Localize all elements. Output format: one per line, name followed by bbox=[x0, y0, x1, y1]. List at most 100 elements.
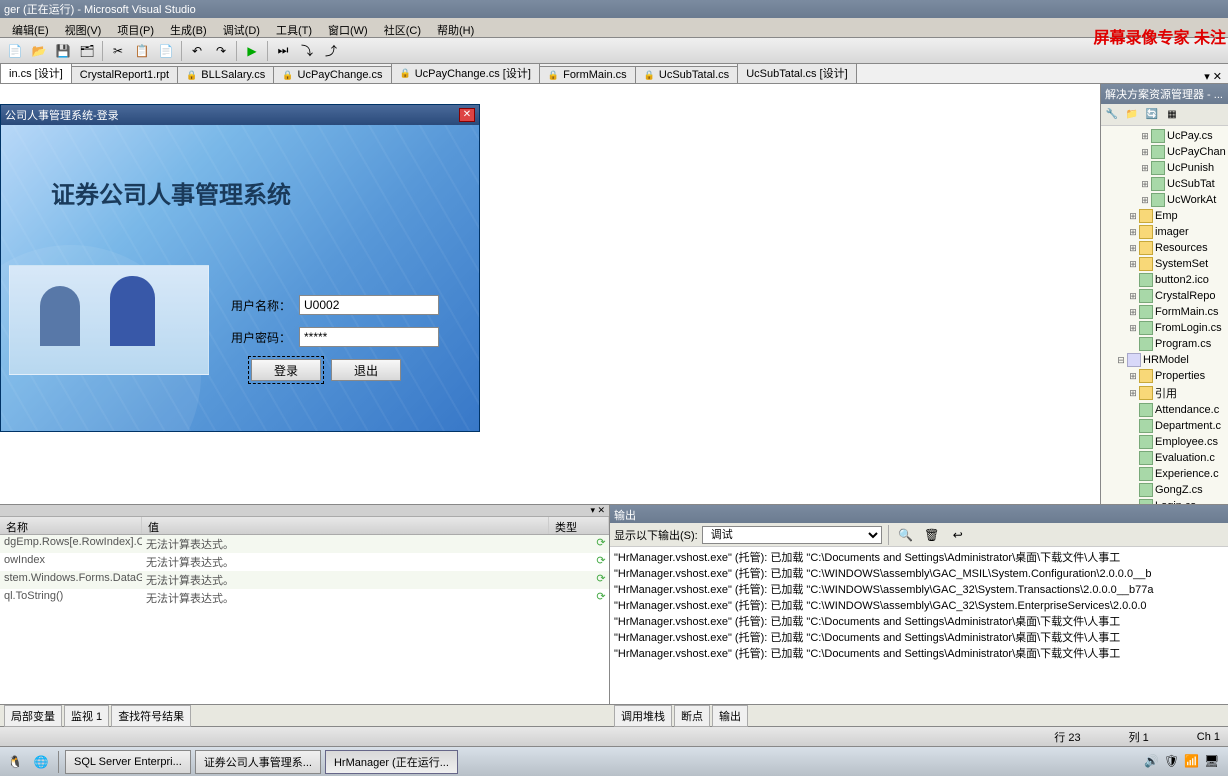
saveall-button[interactable]: 🗂 bbox=[76, 40, 98, 62]
document-tab[interactable]: UcSubTatal.cs [设计] bbox=[737, 64, 856, 83]
tray-icon[interactable]: 🖥 bbox=[1204, 754, 1220, 770]
document-tab[interactable]: in.cs [设计] bbox=[0, 64, 72, 83]
taskbar-button[interactable]: HrManager (正在运行... bbox=[325, 750, 458, 774]
output-text[interactable]: "HrManager.vshost.exe" (托管): 已加载 "C:\Doc… bbox=[610, 547, 1228, 704]
watch-col-name[interactable]: 名称 bbox=[0, 517, 142, 534]
tree-item[interactable]: ⊞SystemSet bbox=[1103, 256, 1226, 272]
tree-item[interactable]: ⊞UcSubTat bbox=[1103, 176, 1226, 192]
form-designer[interactable]: 公司人事管理系统-登录 ✕ 证券公司人事管理系统 用户名称： 用户密码： bbox=[0, 84, 1100, 504]
solution-tree[interactable]: ⊞UcPay.cs⊞UcPayChan⊞UcPunish⊞UcSubTat⊞Uc… bbox=[1101, 126, 1228, 504]
taskbar-button[interactable]: SQL Server Enterpri... bbox=[65, 750, 191, 774]
tree-item[interactable]: button2.ico bbox=[1103, 272, 1226, 288]
tree-item[interactable]: ⊞Emp bbox=[1103, 208, 1226, 224]
tree-item[interactable]: ⊞引用 bbox=[1103, 384, 1226, 402]
bottom-tab[interactable]: 局部变量 bbox=[4, 705, 62, 727]
tree-item[interactable]: ⊞FromLogin.cs bbox=[1103, 320, 1226, 336]
document-tabs: in.cs [设计]CrystalReport1.rpt🔒BLLSalary.c… bbox=[0, 64, 1228, 84]
document-tab[interactable]: 🔒FormMain.cs bbox=[539, 66, 636, 83]
document-tab[interactable]: 🔒UcPayChange.cs [设计] bbox=[391, 64, 540, 83]
tree-item[interactable]: ⊞UcPay.cs bbox=[1103, 128, 1226, 144]
tree-item[interactable]: Department.c bbox=[1103, 418, 1226, 434]
tree-item[interactable]: ⊞CrystalRepo bbox=[1103, 288, 1226, 304]
output-line: "HrManager.vshost.exe" (托管): 已加载 "C:\WIN… bbox=[612, 581, 1226, 597]
menu-item[interactable]: 编辑(E) bbox=[4, 20, 57, 35]
login-button[interactable]: 登录 bbox=[251, 359, 321, 381]
bottom-tab[interactable]: 查找符号结果 bbox=[111, 705, 191, 727]
tree-item[interactable]: Experience.c bbox=[1103, 466, 1226, 482]
watch-row[interactable]: stem.Windows.Forms.DataGr无法计算表达式。⟳ bbox=[0, 571, 609, 589]
password-input[interactable] bbox=[299, 327, 439, 347]
cs-icon bbox=[1139, 305, 1153, 319]
output-source-combo[interactable]: 调试 bbox=[702, 526, 882, 544]
tray-icon[interactable]: 🛡 bbox=[1164, 754, 1180, 770]
step-button[interactable]: ⏭ bbox=[272, 40, 294, 62]
watch-row[interactable]: owIndex无法计算表达式。⟳ bbox=[0, 553, 609, 571]
undo-button[interactable]: ↶ bbox=[186, 40, 208, 62]
properties-icon[interactable]: 🔧 bbox=[1103, 106, 1121, 124]
menu-item[interactable]: 调试(D) bbox=[215, 20, 268, 35]
view-icon[interactable]: ▦ bbox=[1163, 106, 1181, 124]
watch-col-type[interactable]: 类型 bbox=[549, 517, 609, 534]
menu-item[interactable]: 工具(T) bbox=[268, 20, 320, 35]
tree-item[interactable]: Evaluation.c bbox=[1103, 450, 1226, 466]
save-button[interactable]: 💾 bbox=[52, 40, 74, 62]
menu-item[interactable]: 窗口(W) bbox=[320, 20, 376, 35]
tree-item[interactable]: ⊞UcWorkAt bbox=[1103, 192, 1226, 208]
copy-button[interactable]: 📋 bbox=[131, 40, 153, 62]
stepout-button[interactable]: ⤴ bbox=[320, 40, 342, 62]
output-wrap-icon[interactable]: ↩ bbox=[947, 524, 969, 546]
watch-row[interactable]: ql.ToString()无法计算表达式。⟳ bbox=[0, 589, 609, 607]
showall-icon[interactable]: 📁 bbox=[1123, 106, 1141, 124]
output-title: 输出 bbox=[610, 505, 1228, 523]
tree-item[interactable]: ⊞Resources bbox=[1103, 240, 1226, 256]
run-button[interactable]: ▶ bbox=[241, 40, 263, 62]
new-button[interactable]: 📄 bbox=[4, 40, 26, 62]
tree-item[interactable]: Attendance.c bbox=[1103, 402, 1226, 418]
menu-item[interactable]: 视图(V) bbox=[57, 20, 110, 35]
output-line: "HrManager.vshost.exe" (托管): 已加载 "C:\Doc… bbox=[612, 613, 1226, 629]
close-icon[interactable]: ✕ bbox=[459, 108, 475, 122]
watch-row[interactable]: dgEmp.Rows[e.RowIndex].C无法计算表达式。⟳ bbox=[0, 535, 609, 553]
redo-button[interactable]: ↷ bbox=[210, 40, 232, 62]
bottom-tab[interactable]: 断点 bbox=[674, 705, 710, 727]
tree-item[interactable]: Login.cs bbox=[1103, 498, 1226, 504]
tab-close-button[interactable]: ▾ ✕ bbox=[1198, 70, 1228, 83]
exit-button[interactable]: 退出 bbox=[331, 359, 401, 381]
output-show-label: 显示以下输出(S): bbox=[614, 527, 698, 543]
menu-item[interactable]: 社区(C) bbox=[376, 20, 429, 35]
bottom-tab[interactable]: 调用堆栈 bbox=[614, 705, 672, 727]
menu-item[interactable]: 生成(B) bbox=[162, 20, 215, 35]
watch-col-value[interactable]: 值 bbox=[142, 517, 549, 534]
paste-button[interactable]: 📄 bbox=[155, 40, 177, 62]
document-tab[interactable]: 🔒UcSubTatal.cs bbox=[635, 66, 739, 83]
document-tab[interactable]: 🔒UcPayChange.cs bbox=[273, 66, 391, 83]
tray-icon[interactable]: 🔊 bbox=[1144, 754, 1160, 770]
taskbar-button[interactable]: 证券公司人事管理系... bbox=[195, 750, 321, 774]
document-tab[interactable]: 🔒BLLSalary.cs bbox=[177, 66, 274, 83]
folder-icon bbox=[1139, 257, 1153, 271]
tree-item[interactable]: GongZ.cs bbox=[1103, 482, 1226, 498]
refresh-icon[interactable]: 🔄 bbox=[1143, 106, 1161, 124]
tray-icon[interactable]: 📶 bbox=[1184, 754, 1200, 770]
stepover-button[interactable]: ⤵ bbox=[296, 40, 318, 62]
document-tab[interactable]: CrystalReport1.rpt bbox=[71, 66, 178, 83]
output-find-icon[interactable]: 🔍 bbox=[895, 524, 917, 546]
qq-icon[interactable]: 🐧 bbox=[4, 751, 26, 773]
tree-item[interactable]: Program.cs bbox=[1103, 336, 1226, 352]
bottom-tab[interactable]: 输出 bbox=[712, 705, 748, 727]
bottom-tab[interactable]: 监视 1 bbox=[64, 705, 109, 727]
ie-icon[interactable]: 🌐 bbox=[30, 751, 52, 773]
tree-item[interactable]: ⊞FormMain.cs bbox=[1103, 304, 1226, 320]
username-input[interactable] bbox=[299, 295, 439, 315]
tree-item[interactable]: ⊞Properties bbox=[1103, 368, 1226, 384]
output-clear-icon[interactable]: 🗑 bbox=[921, 524, 943, 546]
tree-item[interactable]: ⊞UcPayChan bbox=[1103, 144, 1226, 160]
cut-button[interactable]: ✂ bbox=[107, 40, 129, 62]
open-button[interactable]: 📂 bbox=[28, 40, 50, 62]
menu-item[interactable]: 帮助(H) bbox=[429, 20, 482, 35]
tree-item[interactable]: Employee.cs bbox=[1103, 434, 1226, 450]
tree-item[interactable]: ⊞imager bbox=[1103, 224, 1226, 240]
tree-item[interactable]: ⊟HRModel bbox=[1103, 352, 1226, 368]
tree-item[interactable]: ⊞UcPunish bbox=[1103, 160, 1226, 176]
menu-item[interactable]: 项目(P) bbox=[109, 20, 162, 35]
